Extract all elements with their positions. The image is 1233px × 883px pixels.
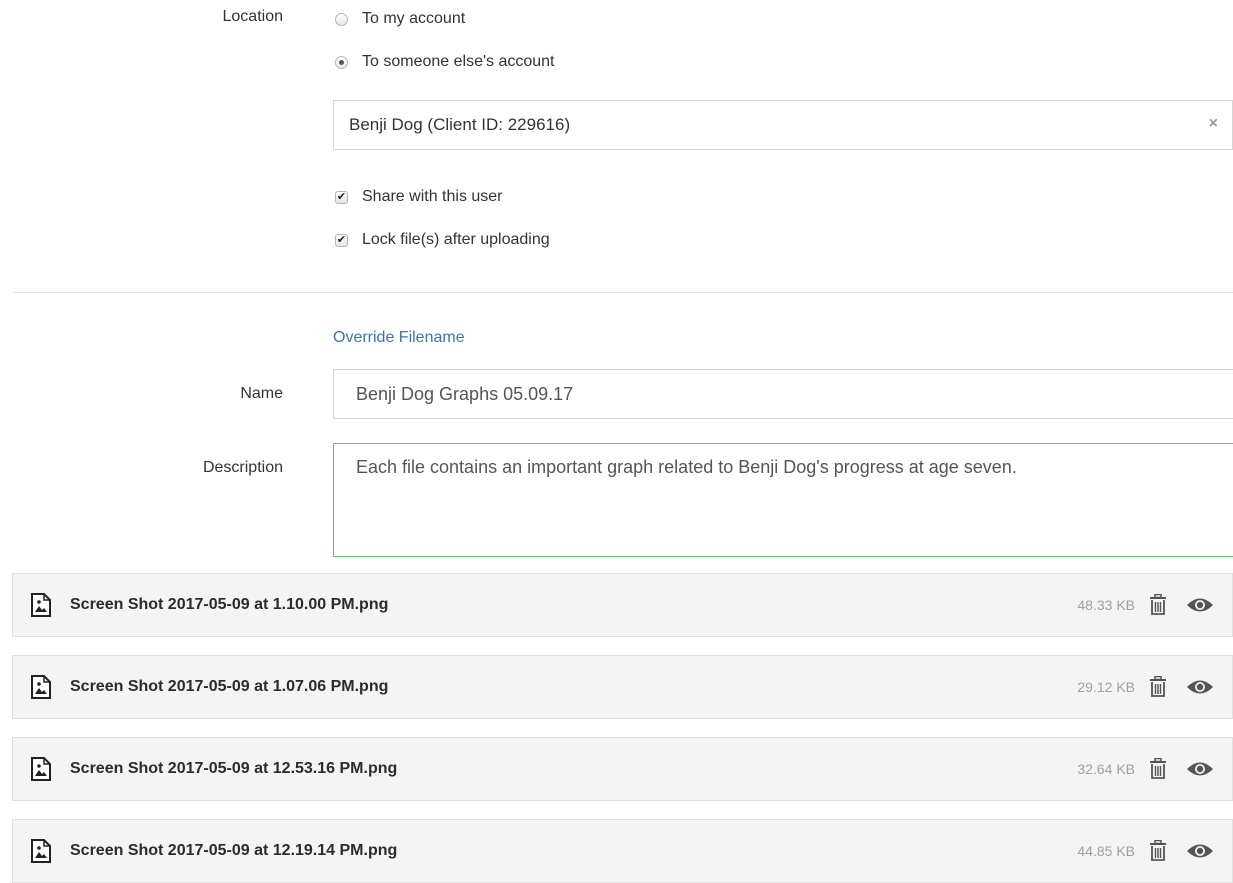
image-file-icon [31,593,51,617]
share-checkbox[interactable]: ✔ [335,190,348,204]
override-filename-link[interactable]: Override Filename [333,329,465,347]
name-input[interactable] [333,369,1233,419]
trash-icon[interactable] [1149,594,1167,616]
file-name: Screen Shot 2017-05-09 at 12.53.16 PM.pn… [70,760,398,777]
file-size: 32.64 KB [1077,761,1135,777]
file-row: Screen Shot 2017-05-09 at 1.07.06 PM.png… [12,655,1233,719]
lock-label: Lock file(s) after uploading [362,231,550,248]
file-row: Screen Shot 2017-05-09 at 12.53.16 PM.pn… [12,737,1233,801]
name-label: Name [240,385,283,402]
image-file-icon [31,675,51,699]
file-size: 48.33 KB [1077,597,1135,613]
radio-label: To my account [362,10,466,27]
share-label: Share with this user [362,188,503,205]
file-size: 44.85 KB [1077,843,1135,859]
radio-to-my-account[interactable]: To my account [333,7,465,31]
radio-label: To someone else's account [362,53,555,70]
trash-icon[interactable] [1149,676,1167,698]
image-file-icon [31,757,51,781]
lock-files-option[interactable]: ✔ Lock file(s) after uploading [333,228,550,252]
file-row: Screen Shot 2017-05-09 at 12.19.14 PM.pn… [12,819,1233,883]
description-textarea[interactable]: Each file contains an important graph re… [333,443,1233,557]
section-divider [13,292,1233,293]
eye-icon[interactable] [1186,678,1214,696]
eye-icon[interactable] [1186,842,1214,860]
radio-button[interactable] [335,55,348,69]
file-name: Screen Shot 2017-05-09 at 1.07.06 PM.png [70,678,389,695]
radio-to-someone-else[interactable]: To someone else's account [333,50,555,74]
file-name: Screen Shot 2017-05-09 at 1.10.00 PM.png [70,596,389,613]
eye-icon[interactable] [1186,596,1214,614]
recipient-select[interactable]: Benji Dog (Client ID: 229616) × [333,100,1233,150]
clear-icon[interactable]: × [1209,115,1218,133]
image-file-icon [31,839,51,863]
file-size: 29.12 KB [1077,679,1135,695]
trash-icon[interactable] [1149,758,1167,780]
radio-button[interactable] [335,12,348,26]
file-name: Screen Shot 2017-05-09 at 12.19.14 PM.pn… [70,842,398,859]
location-label: Location [222,8,284,25]
trash-icon[interactable] [1149,840,1167,862]
description-label: Description [202,459,283,476]
recipient-value: Benji Dog (Client ID: 229616) [349,115,571,134]
eye-icon[interactable] [1186,760,1214,778]
share-with-user-option[interactable]: ✔ Share with this user [333,185,503,209]
lock-checkbox[interactable]: ✔ [335,233,348,247]
file-row: Screen Shot 2017-05-09 at 1.10.00 PM.png… [12,573,1233,637]
